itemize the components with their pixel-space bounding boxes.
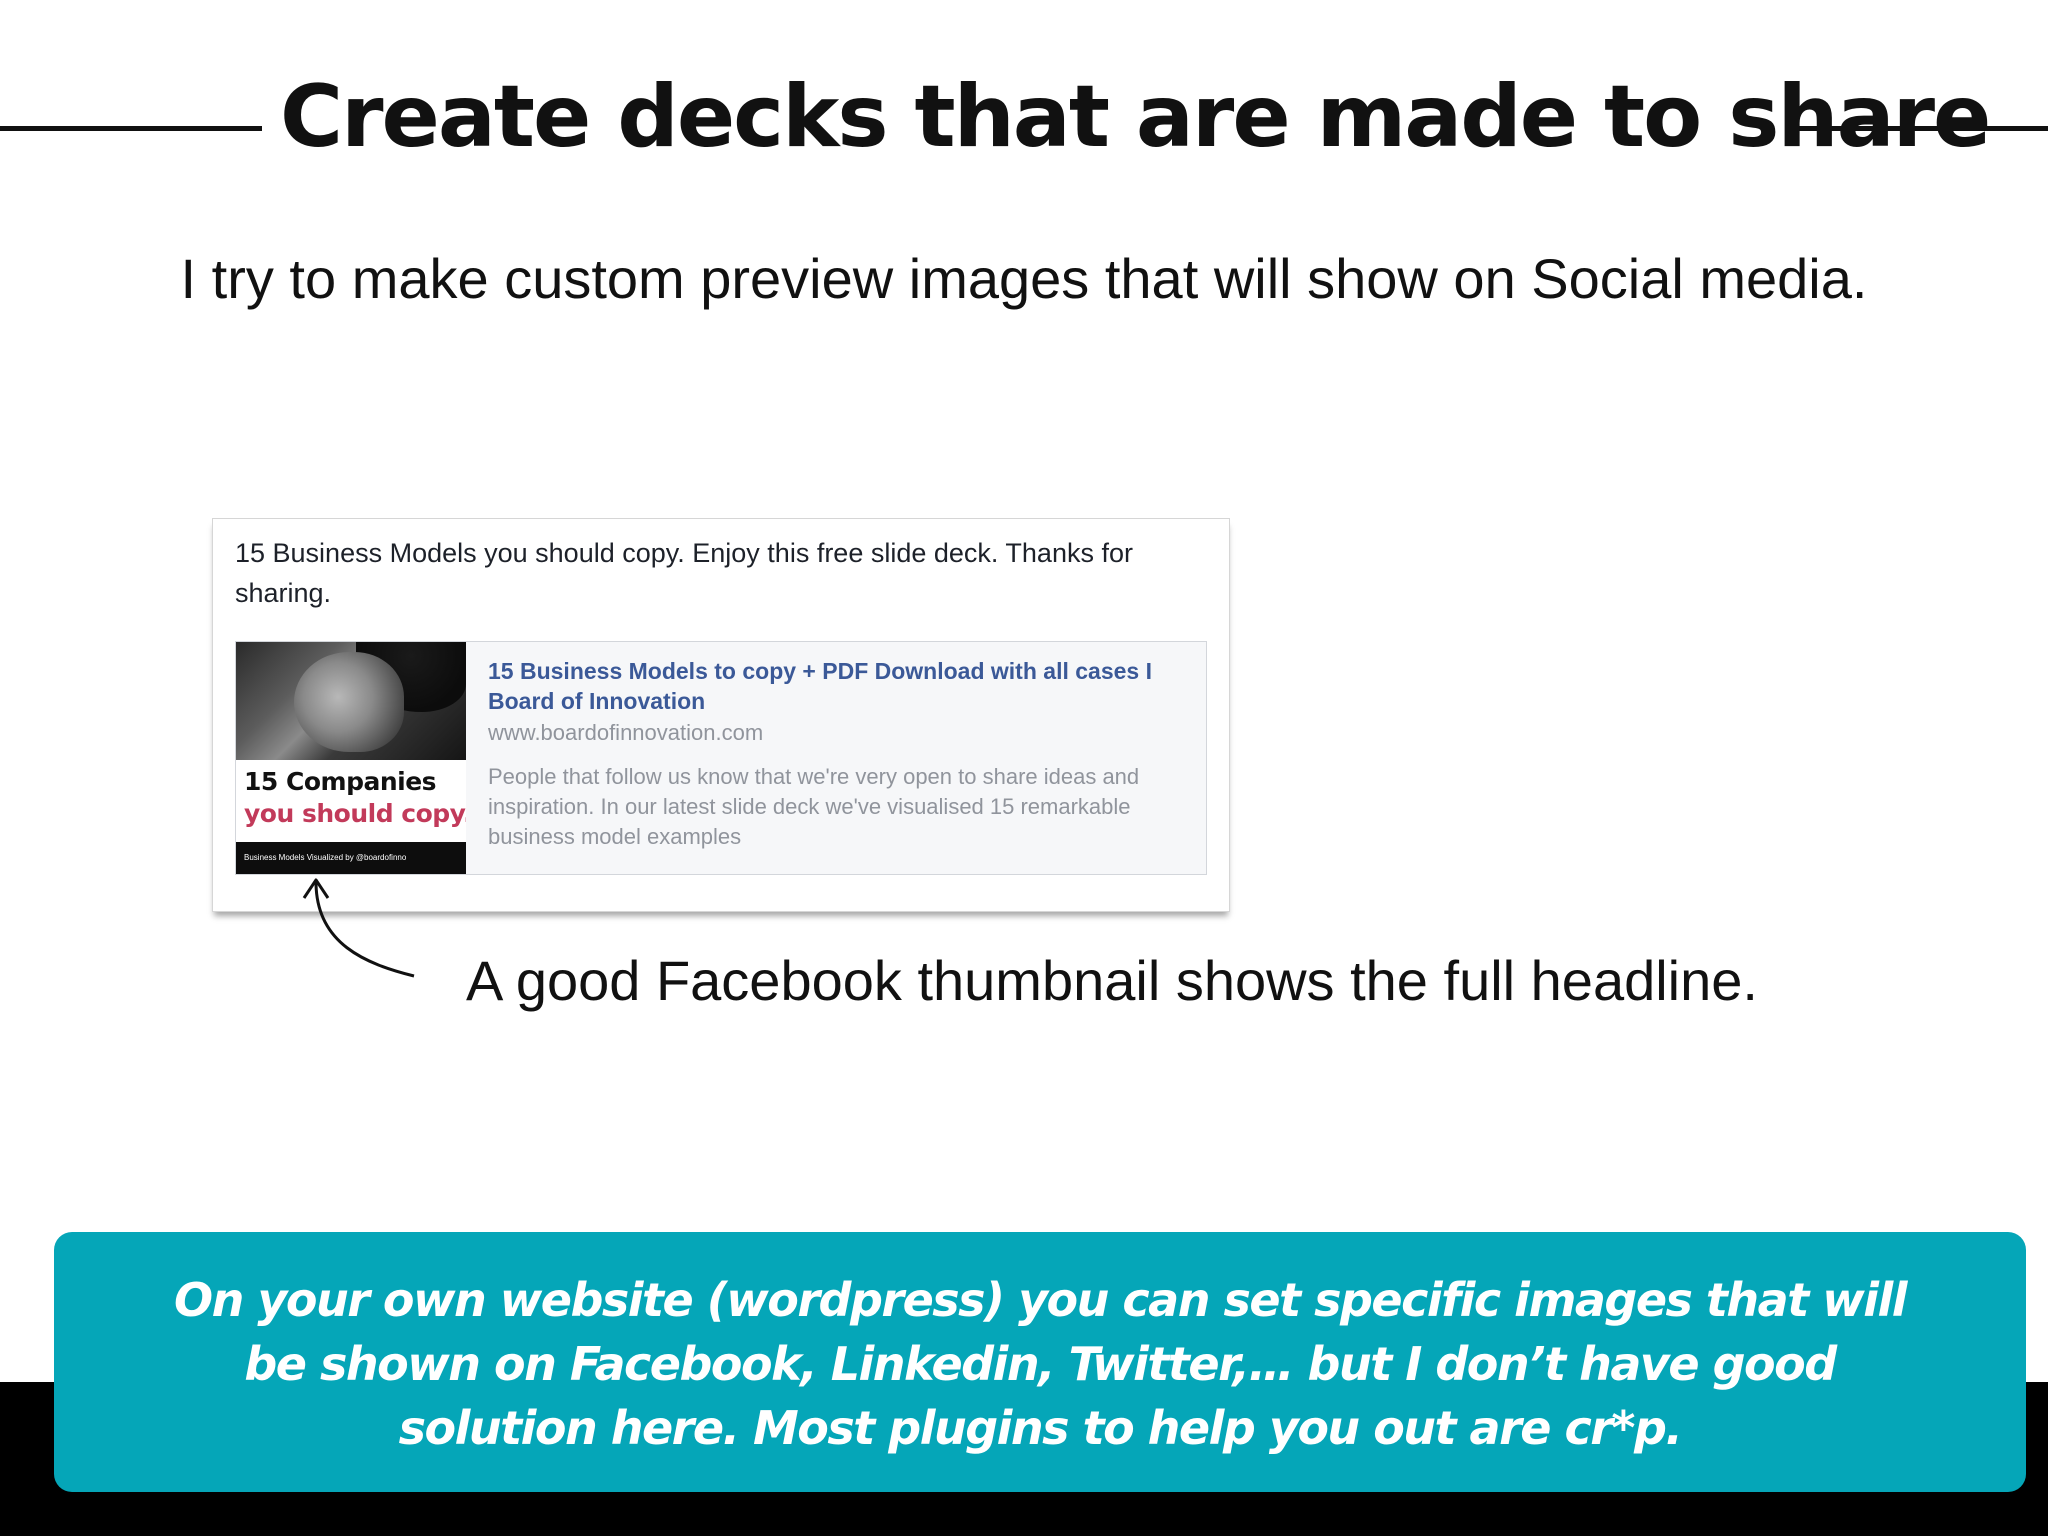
link-description: People that follow us know that we're ve…	[488, 764, 1140, 849]
callout-box: On your own website (wordpress) you can …	[54, 1232, 2026, 1492]
thumbnail-headline-line1: 15 Companies	[244, 767, 437, 796]
link-title[interactable]: 15 Business Models to copy + PDF Downloa…	[488, 656, 1188, 716]
thumbnail-footer: Business Models Visualized by @boardofin…	[236, 842, 466, 874]
slide-subtitle: I try to make custom preview images that…	[180, 247, 1868, 310]
thumbnail-caption: A good Facebook thumbnail shows the full…	[466, 949, 1758, 1012]
post-text: 15 Business Models you should copy. Enjo…	[235, 538, 1133, 608]
thumbnail-photo-face	[294, 652, 404, 752]
pointer-arrow-icon	[302, 878, 415, 978]
link-domain: www.boardofinnovation.com	[488, 720, 764, 745]
link-info: 15 Business Models to copy + PDF Downloa…	[488, 656, 1188, 852]
link-thumbnail[interactable]: 15 Companies you should copy. Business M…	[236, 642, 466, 874]
title-row: Create decks that are made to share	[0, 62, 2048, 172]
thumbnail-headline-line2: you should copy.	[244, 799, 466, 828]
title-rule-right	[1788, 126, 2048, 131]
title-rule-left	[0, 126, 262, 131]
slide-title: Create decks that are made to share	[280, 67, 1991, 167]
link-preview[interactable]: 15 Companies you should copy. Business M…	[235, 641, 1207, 875]
facebook-post-screenshot: 15 Business Models you should copy. Enjo…	[212, 518, 1230, 912]
thumbnail-photo	[236, 642, 466, 760]
